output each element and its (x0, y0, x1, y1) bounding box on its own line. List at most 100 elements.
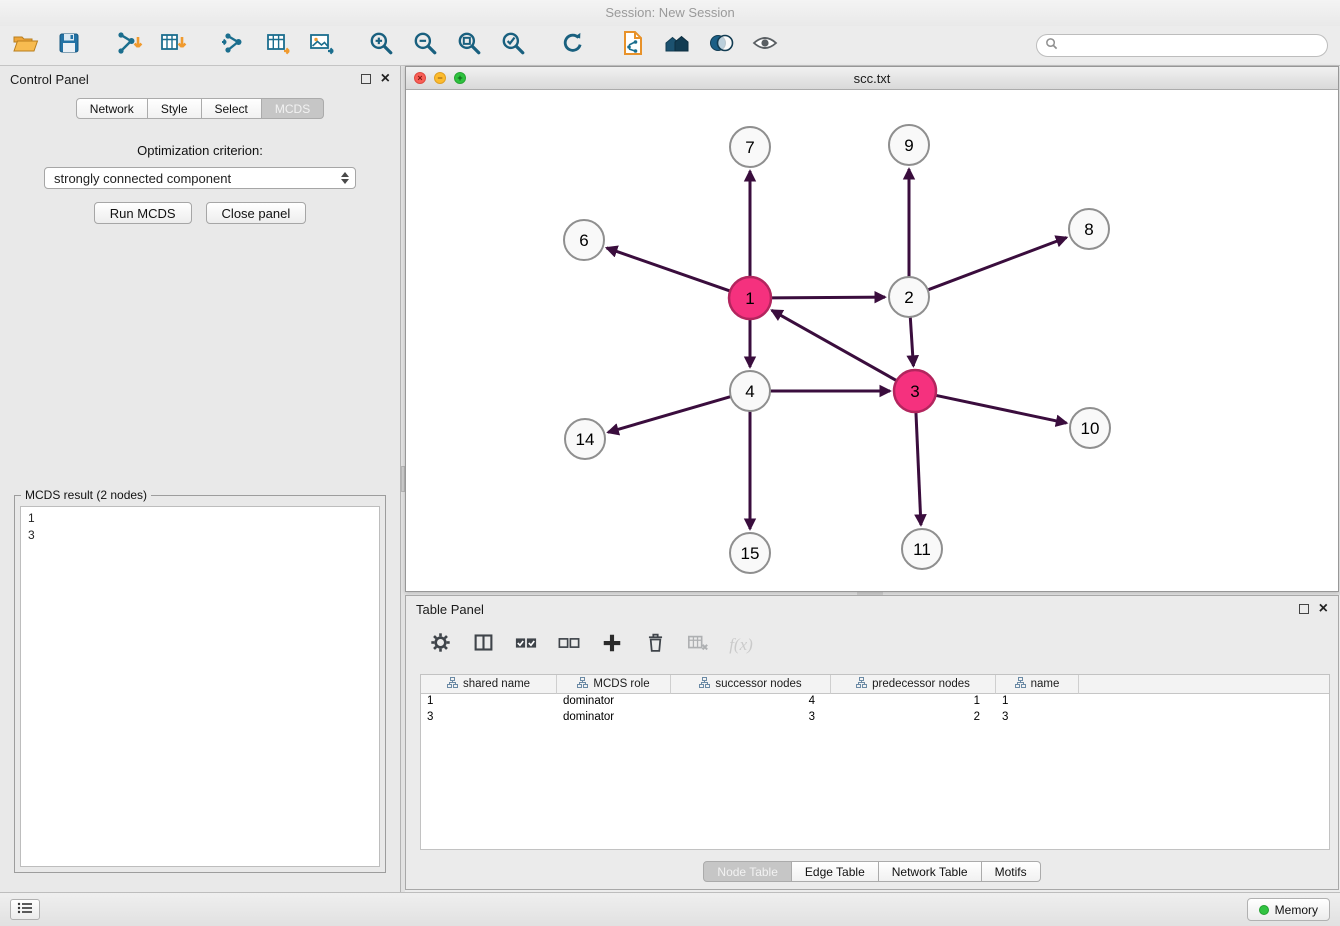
deselect-all-button[interactable] (557, 633, 581, 657)
cell-predecessor-nodes: 1 (831, 694, 996, 710)
import-table-button[interactable] (158, 31, 188, 61)
import-network-button[interactable] (114, 31, 144, 61)
graph-node-1[interactable]: 1 (729, 277, 771, 319)
column-header-successor-nodes[interactable]: successor nodes (671, 675, 831, 694)
graph-edge-3-10[interactable] (936, 395, 1067, 423)
window-titlebar: Session: New Session (0, 0, 1340, 26)
optimization-criterion-dropdown[interactable]: strongly connected component (44, 167, 356, 189)
svg-text:1: 1 (745, 289, 754, 308)
tab-style[interactable]: Style (148, 98, 202, 119)
window-minimize-button[interactable]: − (434, 72, 446, 84)
table-toolbar: f(x) (406, 626, 1338, 664)
mcds-result-list[interactable]: 13 (20, 506, 380, 867)
float-panel-icon[interactable] (1299, 604, 1309, 614)
column-header-shared-name[interactable]: shared name (421, 675, 557, 694)
show-hide-button[interactable] (750, 31, 780, 61)
graph-edge-3-11[interactable] (916, 412, 921, 525)
graph-node-7[interactable]: 7 (730, 127, 770, 167)
save-session-button[interactable] (54, 31, 84, 61)
graph-node-3[interactable]: 3 (894, 370, 936, 412)
svg-text:7: 7 (745, 138, 754, 157)
close-panel-button[interactable]: Close panel (206, 202, 307, 224)
cell-predecessor-nodes: 2 (831, 710, 996, 726)
apply-function-button[interactable]: f(x) (729, 633, 753, 657)
graph-node-6[interactable]: 6 (564, 220, 604, 260)
table-settings-button[interactable] (428, 633, 452, 657)
memory-button[interactable]: Memory (1247, 898, 1330, 921)
cell-shared-name: 3 (421, 710, 557, 726)
graph-node-14[interactable]: 14 (565, 419, 605, 459)
style-preview-button[interactable] (706, 31, 736, 61)
export-network-button[interactable] (218, 31, 248, 61)
tab-network-table[interactable]: Network Table (879, 861, 982, 882)
list-icon (17, 901, 33, 919)
graph-edge-2-8[interactable] (928, 237, 1067, 289)
tab-motifs[interactable]: Motifs (982, 861, 1041, 882)
column-header-name[interactable]: name (996, 675, 1079, 694)
task-history-button[interactable] (10, 899, 40, 920)
select-all-button[interactable] (514, 633, 538, 657)
graph-node-4[interactable]: 4 (730, 371, 770, 411)
tab-node-table[interactable]: Node Table (703, 861, 792, 882)
window-title: Session: New Session (605, 5, 734, 20)
delete-row-button[interactable] (643, 633, 667, 657)
tab-select[interactable]: Select (202, 98, 262, 119)
graph-node-8[interactable]: 8 (1069, 209, 1109, 249)
graph-node-9[interactable]: 9 (889, 125, 929, 165)
zoom-in-icon (368, 30, 394, 61)
graph-edge-1-6[interactable] (607, 248, 731, 291)
close-panel-icon[interactable]: × (1319, 604, 1328, 614)
houses-icon (663, 30, 691, 61)
network-window-title: scc.txt (406, 71, 1338, 86)
float-panel-icon[interactable] (361, 74, 371, 84)
zoom-out-icon (412, 30, 438, 61)
graph-edge-3-1[interactable] (772, 310, 897, 380)
export-table-button[interactable] (262, 31, 292, 61)
column-header-predecessor-nodes[interactable]: predecessor nodes (831, 675, 996, 694)
run-mcds-button[interactable]: Run MCDS (94, 202, 192, 224)
column-label: MCDS role (593, 678, 649, 690)
network-graph[interactable]: 7 9 6 8 1 2 4 3 14 10 15 11 (406, 90, 1338, 591)
column-tree-icon (447, 677, 458, 691)
window-zoom-button[interactable]: + (454, 72, 466, 84)
tab-edge-table[interactable]: Edge Table (792, 861, 879, 882)
open-session-button[interactable] (10, 31, 40, 61)
graph-edge-4-14[interactable] (608, 397, 731, 433)
tab-network[interactable]: Network (76, 98, 148, 119)
add-row-button[interactable] (600, 633, 624, 657)
graph-edge-1-2[interactable] (771, 297, 885, 298)
svg-text:14: 14 (576, 430, 595, 449)
table-row-2[interactable]: 3dominator323 (421, 710, 1329, 726)
graph-node-11[interactable]: 11 (902, 529, 942, 569)
graph-node-15[interactable]: 15 (730, 533, 770, 573)
export-image-button[interactable] (306, 31, 336, 61)
zoom-selected-button[interactable] (498, 31, 528, 61)
home-button[interactable] (662, 31, 692, 61)
graph-node-2[interactable]: 2 (889, 277, 929, 317)
column-label: predecessor nodes (872, 678, 970, 690)
zoom-fit-button[interactable] (454, 31, 484, 61)
dropdown-arrows-icon (341, 172, 349, 184)
delete-table-button[interactable] (686, 633, 710, 657)
svg-text:9: 9 (904, 136, 913, 155)
zoom-in-button[interactable] (366, 31, 396, 61)
svg-text:8: 8 (1084, 220, 1093, 239)
graph-edge-2-3[interactable] (910, 317, 913, 366)
search-input[interactable] (1063, 39, 1319, 53)
tab-mcds[interactable]: MCDS (262, 98, 324, 119)
table-panel-tabs: Node TableEdge TableNetwork TableMotifs (406, 861, 1338, 882)
close-panel-icon[interactable]: × (381, 74, 390, 84)
refresh-button[interactable] (558, 31, 588, 61)
table-row-1[interactable]: 1dominator411 (421, 694, 1329, 710)
table-body: 1dominator4113dominator323 (421, 694, 1329, 726)
svg-text:11: 11 (913, 540, 931, 559)
window-close-button[interactable]: × (414, 72, 426, 84)
show-columns-button[interactable] (471, 633, 495, 657)
open-in-browser-button[interactable] (618, 31, 648, 61)
zoom-out-button[interactable] (410, 31, 440, 61)
column-header-mcds-role[interactable]: MCDS role (557, 675, 671, 694)
search-field[interactable] (1036, 34, 1328, 57)
refresh-icon (560, 30, 586, 61)
network-canvas[interactable]: 7 9 6 8 1 2 4 3 14 10 15 11 (406, 90, 1338, 591)
graph-node-10[interactable]: 10 (1070, 408, 1110, 448)
